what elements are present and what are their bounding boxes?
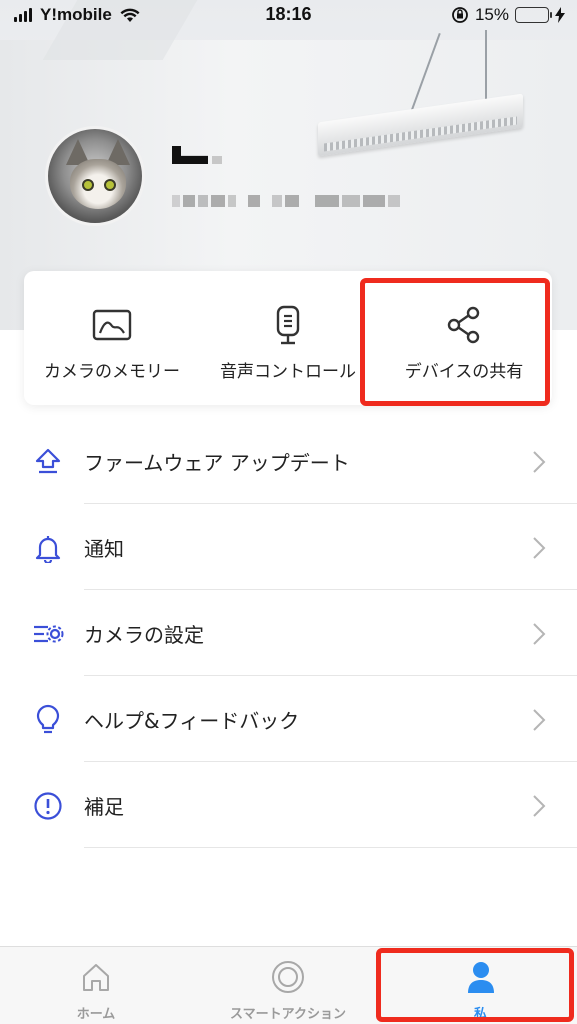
- chevron-right-icon: [533, 795, 546, 817]
- menu-item-label: カメラの設定: [84, 622, 204, 647]
- menu-item-camera-settings[interactable]: カメラの設定: [0, 590, 577, 676]
- chevron-right-icon: [533, 451, 546, 473]
- tab-label: スマートアクション: [230, 1007, 346, 1022]
- smart-speaker-icon: [268, 305, 308, 345]
- menu-item-notifications[interactable]: 通知: [0, 504, 577, 590]
- tab-home[interactable]: ホーム: [0, 947, 192, 1024]
- user-name-redacted: [172, 146, 224, 166]
- info-icon: [32, 790, 64, 822]
- avatar[interactable]: [45, 126, 145, 226]
- tab-smart-action[interactable]: スマートアクション: [192, 947, 384, 1024]
- menu-item-help-feedback[interactable]: ヘルプ&フィードバック: [0, 676, 577, 762]
- settings-menu: ファームウェア アップデート 通知 カメラの設定 ヘルプ&フィードバック 補足: [0, 418, 577, 848]
- target-icon: [270, 959, 306, 995]
- highlight-box-device-sharing: [360, 278, 550, 406]
- camera-memory-button[interactable]: カメラのメモリー: [24, 271, 200, 405]
- chevron-right-icon: [533, 537, 546, 559]
- bell-icon: [32, 532, 64, 564]
- menu-item-label: ファームウェア アップデート: [84, 450, 350, 475]
- charging-icon: [555, 7, 565, 23]
- chevron-right-icon: [533, 623, 546, 645]
- firmware-update-icon: [32, 446, 64, 478]
- orientation-lock-icon: [452, 7, 468, 23]
- menu-item-label: 補足: [84, 794, 124, 819]
- highlight-box-tab-me: [376, 948, 574, 1022]
- menu-item-label: 通知: [84, 536, 124, 561]
- menu-item-firmware-update[interactable]: ファームウェア アップデート: [0, 418, 577, 504]
- menu-item-supplement[interactable]: 補足: [0, 762, 577, 848]
- chevron-right-icon: [533, 709, 546, 731]
- battery-icon: [515, 7, 552, 23]
- menu-item-label: ヘルプ&フィードバック: [84, 708, 300, 733]
- user-account-redacted: [172, 190, 400, 212]
- camera-settings-icon: [32, 618, 64, 650]
- tab-label: ホーム: [76, 1007, 116, 1022]
- voice-control-label: 音声コントロール: [220, 362, 356, 382]
- battery-percent: 15%: [474, 5, 509, 24]
- home-icon: [78, 959, 114, 995]
- status-bar: Y!mobile 18:16 15%: [0, 0, 577, 32]
- lightbulb-icon: [32, 704, 64, 736]
- image-frame-icon: [92, 305, 132, 345]
- camera-memory-label: カメラのメモリー: [44, 362, 180, 382]
- voice-control-button[interactable]: 音声コントロール: [200, 271, 376, 405]
